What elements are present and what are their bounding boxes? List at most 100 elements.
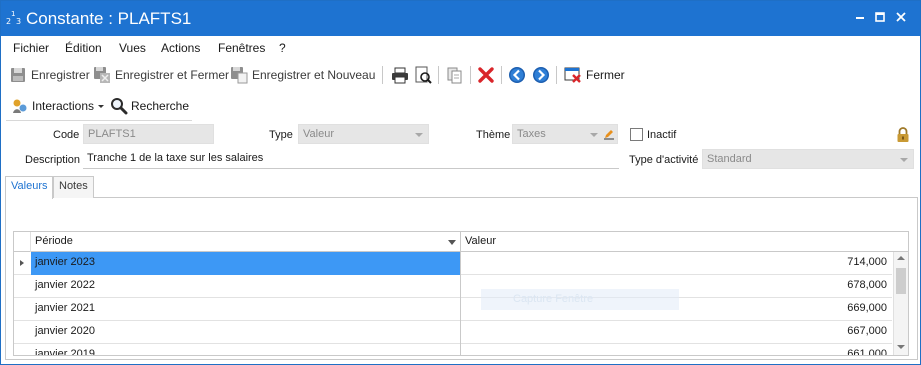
chevron-down-icon xyxy=(900,158,908,162)
description-field[interactable]: Tranche 1 de la taxe sur les salaires xyxy=(83,149,619,169)
periode-cell[interactable]: janvier 2021 xyxy=(31,298,461,321)
row-indicator xyxy=(14,252,31,275)
type-value: Valeur xyxy=(303,128,334,140)
menu-actions[interactable]: Actions xyxy=(161,41,200,55)
dropdown-arrow-icon xyxy=(98,105,105,108)
column-header-periode-label: Période xyxy=(35,235,73,247)
column-header-valeur[interactable]: Valeur xyxy=(461,232,892,252)
table-row[interactable]: janvier 2021 669,000 xyxy=(14,298,892,321)
valeur-cell[interactable]: 667,000 xyxy=(461,321,892,344)
interactions-icon xyxy=(13,99,27,113)
theme-label: Thème xyxy=(476,129,511,141)
close-form-label: Fermer xyxy=(586,68,625,82)
window-title: Constante : PLAFTS1 xyxy=(26,9,192,28)
grid-vertical-scrollbar[interactable] xyxy=(893,252,908,355)
minimize-icon[interactable] xyxy=(853,10,867,24)
chevron-down-icon xyxy=(415,133,423,137)
table-row[interactable]: janvier 2022 678,000 xyxy=(14,275,892,298)
save-icon xyxy=(11,68,25,82)
print-preview-icon[interactable] xyxy=(414,66,432,84)
next-icon[interactable] xyxy=(532,66,550,84)
scroll-up-icon[interactable] xyxy=(897,256,905,260)
svg-text:2: 2 xyxy=(6,17,11,26)
table-row[interactable]: janvier 2019 661,000 xyxy=(14,344,892,355)
svg-text:3: 3 xyxy=(16,17,21,26)
toolbar-separator xyxy=(470,66,471,84)
sort-desc-icon xyxy=(448,240,456,245)
row-indicator xyxy=(14,275,31,298)
periode-cell[interactable]: janvier 2020 xyxy=(31,321,461,344)
secondary-toolbar: Interactions Recherche xyxy=(6,93,192,121)
scroll-down-icon[interactable] xyxy=(897,345,905,349)
periode-cell[interactable]: janvier 2023 xyxy=(31,252,461,275)
valeur-cell[interactable]: 714,000 xyxy=(461,252,892,275)
capture-overlay: Capture Fenêtre xyxy=(481,289,679,310)
valeur-cell[interactable]: 661,000 xyxy=(461,344,892,355)
table-row[interactable]: janvier 2023 714,000 xyxy=(14,252,892,275)
delete-icon[interactable] xyxy=(477,66,495,84)
main-toolbar: Enregistrer Enregistrer et Fermer Enregi… xyxy=(1,61,920,89)
menu-vues[interactable]: Vues xyxy=(119,41,146,55)
row-indicator xyxy=(14,298,31,321)
tab-strip: Valeurs Notes xyxy=(5,176,918,199)
periode-cell[interactable]: janvier 2019 xyxy=(31,344,461,355)
toolbar-separator xyxy=(501,66,502,84)
menu-help[interactable]: ? xyxy=(279,41,286,55)
values-grid: Période Valeur janvier 2023 714,000 janv… xyxy=(13,231,909,356)
search-label: Recherche xyxy=(131,99,190,113)
constant-icon: 2 1 3 xyxy=(6,10,21,26)
maximize-icon[interactable] xyxy=(873,10,887,24)
row-indicator-header xyxy=(14,232,31,252)
row-indicator xyxy=(14,344,31,355)
search-button[interactable]: Recherche xyxy=(110,96,189,116)
inactive-checkbox[interactable] xyxy=(630,128,643,141)
close-form-button[interactable]: Fermer xyxy=(564,65,625,85)
tab-valeurs[interactable]: Valeurs xyxy=(5,176,54,199)
interactions-button[interactable]: Interactions xyxy=(11,96,105,116)
edit-pencil-icon[interactable] xyxy=(603,128,615,140)
menu-fichier[interactable]: Fichier xyxy=(13,41,49,55)
save-new-icon xyxy=(231,67,248,84)
save-label: Enregistrer xyxy=(31,68,90,82)
column-header-periode[interactable]: Période xyxy=(31,232,461,252)
menu-edition[interactable]: Édition xyxy=(65,41,102,55)
svg-text:1: 1 xyxy=(11,10,15,18)
save-close-label: Enregistrer et Fermer xyxy=(115,68,230,82)
save-new-label: Enregistrer et Nouveau xyxy=(252,68,376,82)
lock-icon[interactable] xyxy=(896,127,910,143)
menu-fenetres[interactable]: Fenêtres xyxy=(218,41,265,55)
type-select[interactable]: Valeur xyxy=(298,124,429,144)
title-bar[interactable]: 2 1 3 Constante : PLAFTS1 xyxy=(1,1,920,36)
save-button[interactable]: Enregistrer xyxy=(9,65,90,85)
close-form-icon xyxy=(564,67,581,83)
interactions-label: Interactions xyxy=(32,99,95,113)
scroll-thumb[interactable] xyxy=(896,268,906,294)
theme-value: Taxes xyxy=(517,128,546,140)
type-label: Type xyxy=(269,129,293,141)
search-icon xyxy=(111,98,128,115)
current-row-icon xyxy=(20,260,24,266)
description-label: Description xyxy=(25,154,81,166)
table-row[interactable]: janvier 2020 667,000 xyxy=(14,321,892,344)
save-close-button[interactable]: Enregistrer et Fermer xyxy=(93,65,229,85)
save-close-icon xyxy=(94,67,110,83)
theme-select[interactable]: Taxes xyxy=(512,124,618,144)
menu-bar: Fichier Édition Vues Actions Fenêtres ? xyxy=(1,37,920,59)
activity-type-value: Standard xyxy=(707,153,752,165)
periode-cell[interactable]: janvier 2022 xyxy=(31,275,461,298)
inactive-label: Inactif xyxy=(647,129,677,141)
toolbar-separator xyxy=(382,66,383,84)
save-new-button[interactable]: Enregistrer et Nouveau xyxy=(230,65,375,85)
row-indicator xyxy=(14,321,31,344)
toolbar-separator xyxy=(556,66,557,84)
previous-icon[interactable] xyxy=(508,66,526,84)
tab-notes[interactable]: Notes xyxy=(53,176,94,198)
grid-header: Période Valeur xyxy=(14,232,908,252)
copy-icon[interactable] xyxy=(446,66,464,84)
code-label: Code xyxy=(53,129,80,141)
close-icon[interactable] xyxy=(894,10,908,24)
activity-type-select[interactable]: Standard xyxy=(702,149,914,169)
print-icon[interactable] xyxy=(391,66,409,84)
code-field[interactable]: PLAFTS1 xyxy=(83,124,214,144)
activity-type-label: Type d'activité xyxy=(629,154,699,166)
